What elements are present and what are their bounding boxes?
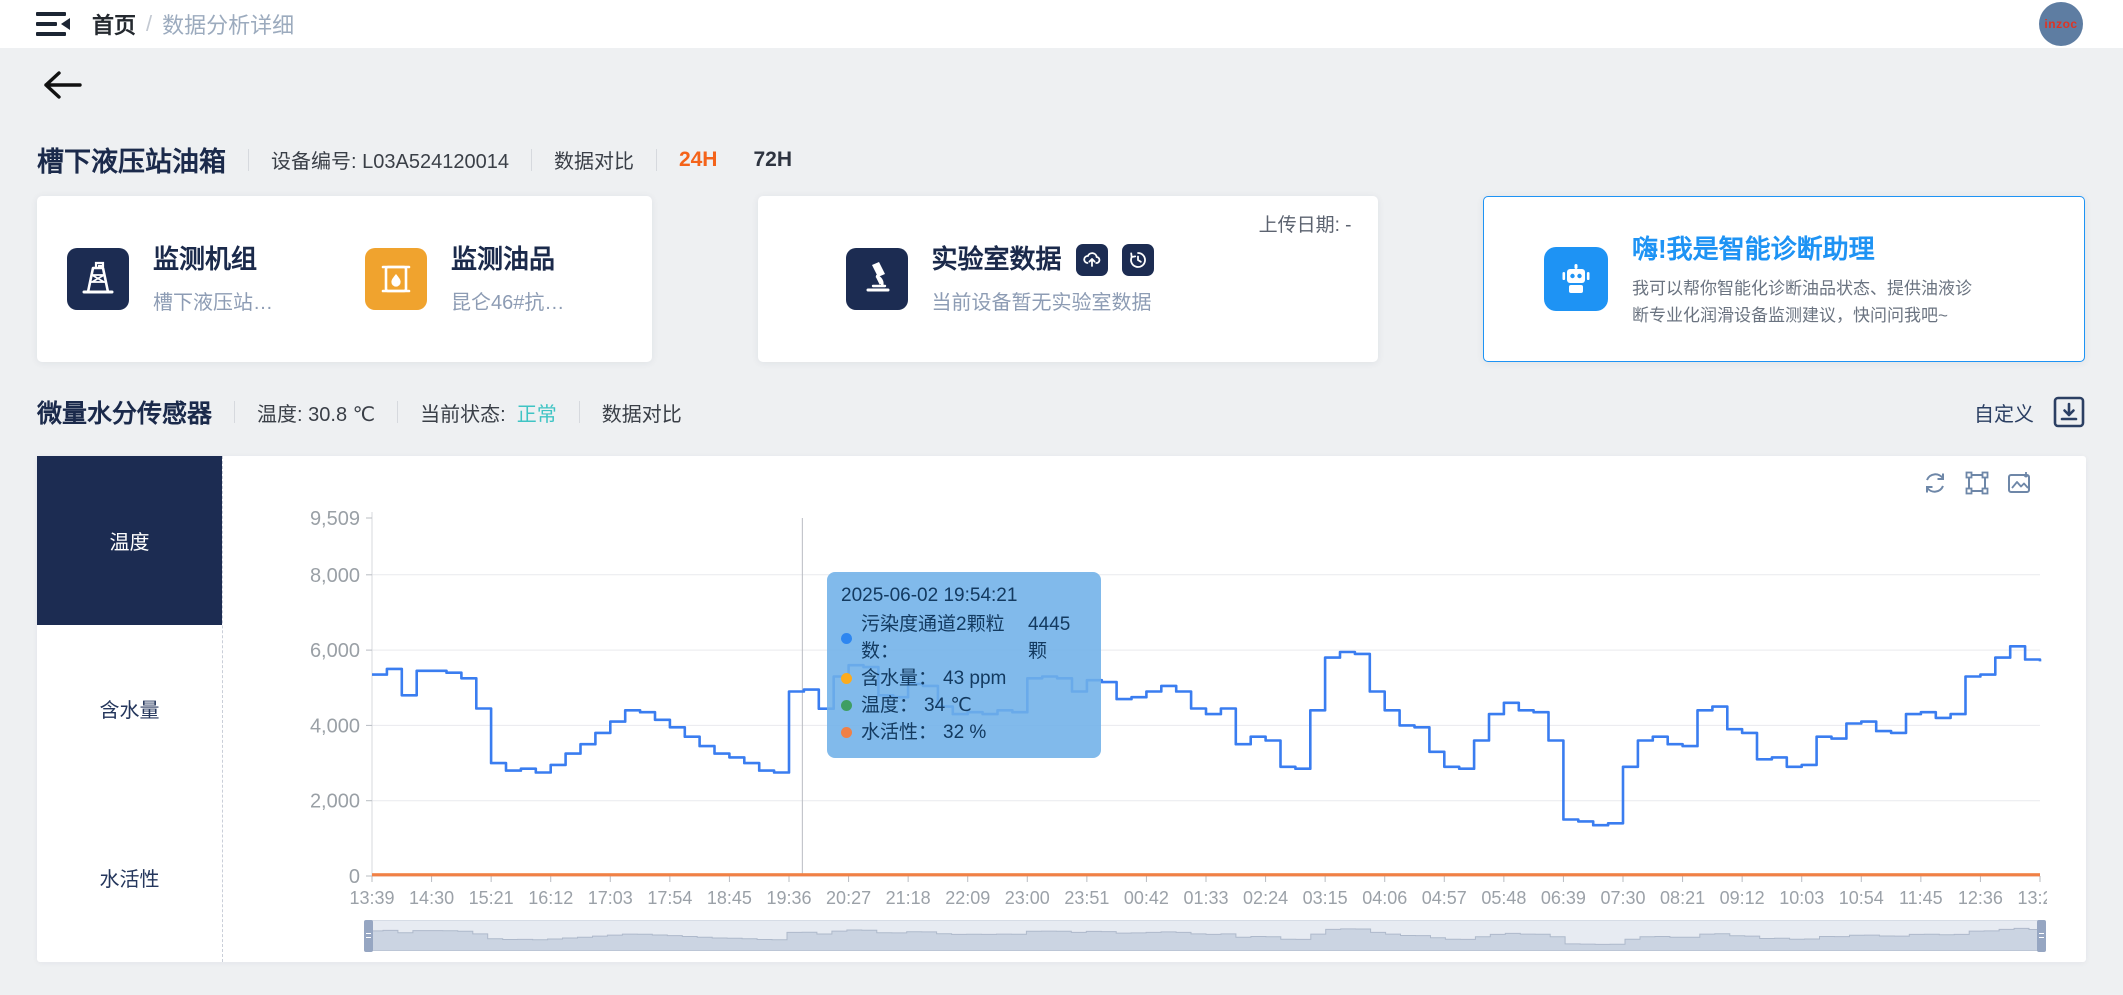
svg-text:6,000: 6,000: [310, 640, 360, 662]
custom-range-button[interactable]: 自定义: [1974, 398, 2034, 427]
svg-text:23:00: 23:00: [1005, 888, 1050, 908]
svg-text:4,000: 4,000: [310, 715, 360, 737]
datazoom-handle-right[interactable]: [2037, 920, 2046, 952]
svg-text:03:15: 03:15: [1303, 888, 1348, 908]
svg-text:12:36: 12:36: [1958, 888, 2003, 908]
lab-title: 实验室数据: [932, 243, 1062, 276]
svg-text:14:30: 14:30: [409, 888, 454, 908]
monitor-card: 监测机组 槽下液压站… 监测油品 昆仑46#抗…: [37, 196, 652, 362]
range-24h-button[interactable]: 24H: [679, 148, 718, 172]
svg-text:19:36: 19:36: [766, 888, 811, 908]
tab-temperature[interactable]: 温度: [37, 456, 222, 625]
svg-text:04:57: 04:57: [1422, 888, 1467, 908]
breadcrumb-current: 数据分析详细: [162, 8, 294, 40]
svg-text:0: 0: [349, 866, 360, 888]
assistant-desc: 我可以帮你智能化诊断油品状态、提供油液诊 断专业化润滑设备监测建议，快问问我吧~: [1632, 276, 1972, 329]
svg-text:2,000: 2,000: [310, 791, 360, 813]
derrick-icon: [67, 248, 129, 310]
chart-tabs: 温度 含水量 水活性: [37, 456, 223, 962]
breadcrumb-home[interactable]: 首页: [92, 8, 136, 40]
tab-water-content[interactable]: 含水量: [37, 625, 222, 794]
svg-text:07:30: 07:30: [1600, 888, 1645, 908]
history-icon[interactable]: [1122, 244, 1154, 276]
divider: [234, 401, 235, 423]
lab-sub: 当前设备暂无实验室数据: [932, 286, 1154, 315]
monitor-oil-sub[interactable]: 昆仑46#抗…: [451, 286, 564, 315]
monitor-oil-title: 监测油品: [451, 243, 564, 276]
divider: [579, 401, 580, 423]
svg-text:21:18: 21:18: [886, 888, 931, 908]
robot-icon: [1544, 247, 1608, 311]
svg-text:13:27: 13:27: [2017, 888, 2047, 908]
svg-text:16:12: 16:12: [528, 888, 573, 908]
svg-text:17:54: 17:54: [647, 888, 692, 908]
svg-text:10:03: 10:03: [1779, 888, 1824, 908]
svg-text:08:21: 08:21: [1660, 888, 1705, 908]
lab-card: 上传日期: - 实验室数据: [758, 196, 1378, 362]
svg-text:09:12: 09:12: [1720, 888, 1765, 908]
upload-date: 上传日期: -: [1259, 210, 1352, 237]
monitor-unit-title: 监测机组: [153, 243, 273, 276]
cloud-upload-icon[interactable]: [1076, 244, 1108, 276]
svg-text:02:24: 02:24: [1243, 888, 1288, 908]
monitor-unit-sub[interactable]: 槽下液压站…: [153, 286, 273, 315]
svg-text:18:45: 18:45: [707, 888, 752, 908]
divider: [397, 401, 398, 423]
line-chart[interactable]: 9,509 8,000 6,000 4,000 2,000 013:39 14:30 15:2…: [237, 506, 2047, 916]
svg-text:20:27: 20:27: [826, 888, 871, 908]
sensor-temp: 温度: 30.8 ℃: [257, 398, 375, 427]
svg-text:17:03: 17:03: [588, 888, 633, 908]
svg-text:9,509: 9,509: [310, 508, 360, 530]
sensor-title: 微量水分传感器: [37, 394, 212, 430]
svg-text:10:54: 10:54: [1839, 888, 1884, 908]
back-arrow-icon: [42, 68, 84, 102]
restore-icon[interactable]: [1922, 470, 1948, 496]
svg-text:22:09: 22:09: [945, 888, 990, 908]
sensor-compare-label: 数据对比: [602, 398, 682, 427]
datazoom-handle-left[interactable]: [364, 920, 373, 952]
back-button[interactable]: [42, 68, 84, 102]
sensor-chart-panel: 温度 含水量 水活性: [37, 456, 2086, 962]
divider: [656, 149, 657, 171]
svg-text:00:42: 00:42: [1124, 888, 1169, 908]
device-no: 设备编号: L03A524120014: [271, 145, 509, 174]
sensor-header: 微量水分传感器 温度: 30.8 ℃ 当前状态: 正常 数据对比 自定义: [37, 394, 2086, 430]
download-box-icon[interactable]: [2052, 395, 2086, 429]
tab-water-activity[interactable]: 水活性: [37, 793, 222, 962]
svg-text:05:48: 05:48: [1481, 888, 1526, 908]
svg-text:23:51: 23:51: [1064, 888, 1109, 908]
avatar[interactable]: inzoc: [2039, 2, 2083, 46]
page-title: 槽下液压站油箱: [37, 140, 226, 179]
microscope-icon: [846, 248, 908, 310]
assistant-title: 嗨!我是智能诊断助理: [1632, 229, 1972, 266]
device-header: 槽下液压站油箱 设备编号: L03A524120014 数据对比 24H 72H: [37, 140, 2086, 179]
svg-text:13:39: 13:39: [349, 888, 394, 908]
top-header: 首页 / 数据分析详细 inzoc: [0, 0, 2123, 48]
svg-text:8,000: 8,000: [310, 565, 360, 587]
menu-collapse-icon[interactable]: [36, 11, 70, 37]
svg-text:06:39: 06:39: [1541, 888, 1586, 908]
assistant-card[interactable]: 嗨!我是智能诊断助理 我可以帮你智能化诊断油品状态、提供油液诊 断专业化润滑设备…: [1483, 196, 2085, 362]
status-badge: 正常: [517, 404, 557, 426]
svg-text:11:45: 11:45: [1899, 888, 1943, 908]
svg-text:15:21: 15:21: [469, 888, 514, 908]
oil-barrel-icon: [365, 248, 427, 310]
range-72h-button[interactable]: 72H: [753, 148, 792, 172]
breadcrumb-separator: /: [146, 11, 152, 37]
avatar-logo-text: inzoc: [2044, 17, 2077, 31]
svg-text:04:06: 04:06: [1362, 888, 1407, 908]
divider: [531, 149, 532, 171]
svg-text:01:33: 01:33: [1183, 888, 1228, 908]
zoom-select-icon[interactable]: [1964, 470, 1990, 496]
datazoom-slider[interactable]: [367, 920, 2043, 950]
save-image-icon[interactable]: [2006, 470, 2032, 496]
sensor-status: 当前状态: 正常: [420, 398, 557, 427]
compare-label: 数据对比: [554, 145, 634, 174]
divider: [248, 149, 249, 171]
